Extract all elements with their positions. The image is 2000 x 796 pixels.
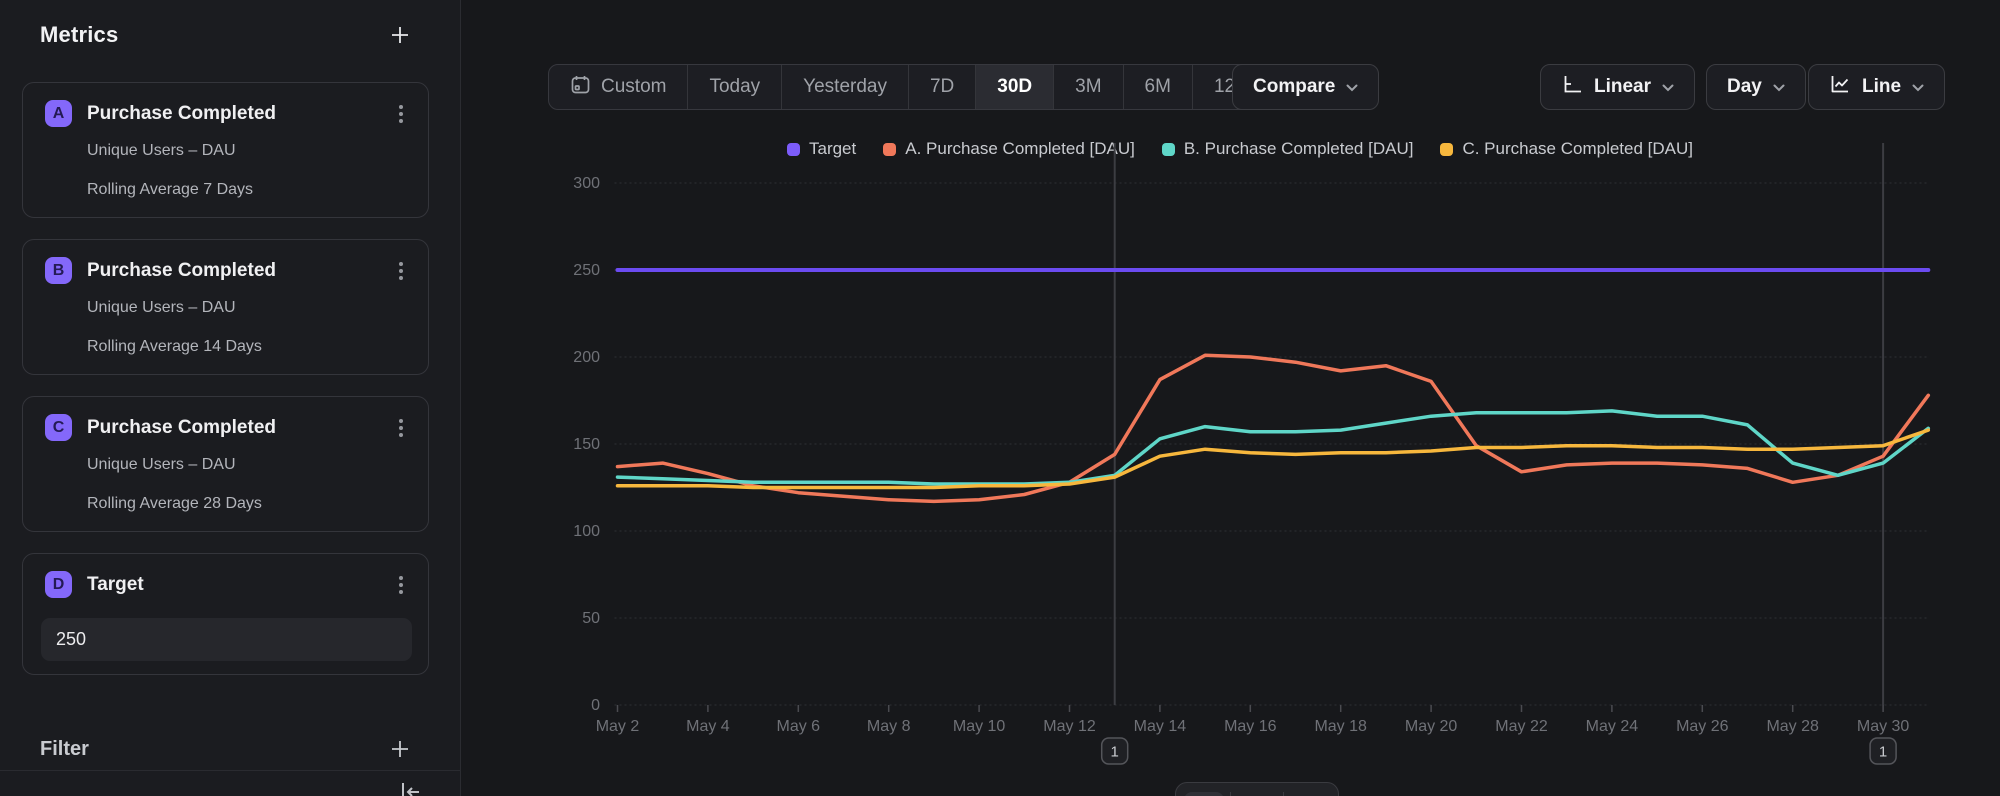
calendar-icon [570,74,591,101]
range-label: Yesterday [803,76,887,98]
chart-card-icon-button[interactable] [1290,792,1330,796]
metric-title: Purchase Completed [87,417,276,439]
compare-label: Compare [1253,76,1335,98]
svg-text:100: 100 [573,523,600,540]
range-custom[interactable]: Custom [549,65,687,109]
metric-card-a: A Purchase Completed Unique Users – DAU … [22,82,429,218]
compare-button[interactable]: Compare [1232,64,1379,110]
svg-text:May 14: May 14 [1134,718,1187,735]
range-label: 30D [997,76,1032,98]
range-label: 6M [1145,76,1171,98]
svg-text:May 2: May 2 [596,718,640,735]
metric-rolling-avg: Rolling Average 28 Days [87,495,262,513]
range-label: Custom [601,76,666,98]
chevron-down-icon [1346,76,1358,98]
metric-measure: Unique Users – DAU [87,456,236,474]
metric-card-b: B Purchase Completed Unique Users – DAU … [22,239,429,375]
metrics-explorer-app: Metrics A Purchase Completed Unique User… [0,0,2000,796]
collapse-sidebar-button[interactable] [396,779,424,796]
scale-button[interactable]: Linear [1540,64,1695,110]
svg-text:May 30: May 30 [1857,718,1910,735]
range-label: 7D [930,76,954,98]
chart-type-button[interactable]: Line [1808,64,1945,110]
metric-menu-button[interactable] [388,256,414,286]
svg-text:0: 0 [591,697,600,714]
target-card: D Target [22,553,429,675]
date-range-control: Custom Today Yesterday 7D 30D 3M 6M 12M [548,64,1273,110]
svg-text:1: 1 [1879,744,1887,761]
metric-measure: Unique Users – DAU [87,142,236,160]
sidebar-title: Metrics [40,22,118,48]
plus-icon [389,24,411,49]
range-30d[interactable]: 30D [975,65,1053,109]
svg-text:May 8: May 8 [867,718,911,735]
svg-text:May 10: May 10 [953,718,1006,735]
metric-title: Purchase Completed [87,260,276,282]
chart-panel-icon-button[interactable] [1184,792,1224,796]
add-filter-button[interactable] [386,736,414,764]
range-today[interactable]: Today [687,65,781,109]
metric-rolling-avg: Rolling Average 14 Days [87,338,262,356]
svg-text:May 6: May 6 [777,718,821,735]
svg-text:May 28: May 28 [1766,718,1819,735]
metric-title: Purchase Completed [87,103,276,125]
sidebar-divider [0,770,461,771]
chevron-down-icon [1773,76,1785,98]
metric-card-c: C Purchase Completed Unique Users – DAU … [22,396,429,532]
metric-menu-button[interactable] [388,99,414,129]
target-value-input[interactable] [41,618,412,661]
svg-text:50: 50 [582,610,600,627]
range-7d[interactable]: 7D [908,65,975,109]
granularity-button[interactable]: Day [1706,64,1806,110]
svg-text:May 12: May 12 [1043,718,1096,735]
metric-rolling-avg: Rolling Average 7 Days [87,181,253,199]
range-6m[interactable]: 6M [1123,65,1192,109]
range-label: 3M [1075,76,1101,98]
scale-label: Linear [1594,76,1651,98]
svg-text:300: 300 [573,175,600,192]
metric-badge-c: C [45,414,72,441]
svg-text:May 18: May 18 [1314,718,1367,735]
line-chart-icon [1829,73,1851,101]
svg-text:May 26: May 26 [1676,718,1729,735]
svg-text:May 20: May 20 [1405,718,1458,735]
collapse-left-icon [397,779,423,796]
range-3m[interactable]: 3M [1053,65,1122,109]
range-yesterday[interactable]: Yesterday [781,65,908,109]
line-chart-svg: 0 50 100 150 200 250 300 May 2 May 4 May 6 May 8 Ma… [540,120,1980,796]
axis-linear-icon [1561,73,1583,101]
range-label: Today [709,76,760,98]
target-title: Target [87,574,144,596]
chart-rows-icon-button[interactable] [1237,792,1277,796]
add-metric-button[interactable] [386,22,414,50]
switcher-divider [1283,792,1284,796]
metric-menu-button[interactable] [388,413,414,443]
svg-text:May 24: May 24 [1586,718,1639,735]
bottom-chart-switcher [1175,782,1339,796]
chevron-down-icon [1912,76,1924,98]
plus-icon [389,738,411,763]
svg-text:150: 150 [573,436,600,453]
metric-badge-d: D [45,571,72,598]
granularity-label: Day [1727,76,1762,98]
svg-text:1: 1 [1111,744,1119,761]
filter-section-label: Filter [40,738,89,761]
chart-type-label: Line [1862,76,1901,98]
metrics-sidebar: Metrics A Purchase Completed Unique User… [0,0,461,796]
switcher-divider [1230,792,1231,796]
metric-measure: Unique Users – DAU [87,299,236,317]
metric-badge-b: B [45,257,72,284]
svg-text:250: 250 [573,262,600,279]
chevron-down-icon [1662,76,1674,98]
line-chart[interactable]: 0 50 100 150 200 250 300 May 2 May 4 May 6 May 8 Ma… [540,120,1980,796]
svg-text:May 4: May 4 [686,718,730,735]
svg-text:200: 200 [573,349,600,366]
metric-badge-a: A [45,100,72,127]
svg-text:May 16: May 16 [1224,718,1277,735]
svg-text:May 22: May 22 [1495,718,1548,735]
target-menu-button[interactable] [388,570,414,600]
